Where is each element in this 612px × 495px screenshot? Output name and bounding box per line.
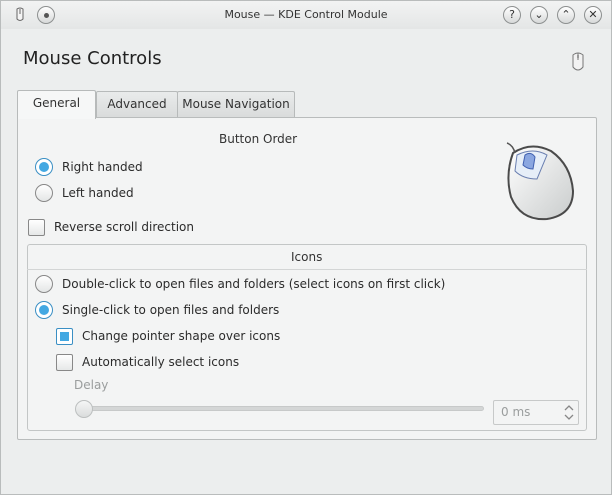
change-pointer-checkbox[interactable] xyxy=(56,328,73,345)
maximize-button[interactable]: ⌃ xyxy=(557,6,575,24)
single-click-label[interactable]: Single-click to open files and folders xyxy=(62,303,279,317)
left-handed-label[interactable]: Left handed xyxy=(62,186,134,200)
close-button[interactable]: ✕ xyxy=(584,6,602,24)
right-handed-label[interactable]: Right handed xyxy=(62,160,143,174)
page-title: Mouse Controls xyxy=(23,48,162,69)
reverse-scroll-checkbox[interactable] xyxy=(28,219,45,236)
minimize-icon: ⌄ xyxy=(534,8,544,21)
mouse-illustration-icon xyxy=(506,142,575,221)
maximize-icon: ⌃ xyxy=(561,8,571,21)
reverse-scroll-label[interactable]: Reverse scroll direction xyxy=(54,220,194,234)
tab-advanced[interactable]: Advanced xyxy=(96,91,178,118)
icons-divider xyxy=(27,269,587,270)
tab-general[interactable]: General xyxy=(17,90,96,119)
auto-select-label[interactable]: Automatically select icons xyxy=(82,355,239,369)
button-order-heading: Button Order xyxy=(219,132,298,146)
right-handed-radio[interactable] xyxy=(35,158,53,176)
delay-value: 0 ms xyxy=(501,405,531,419)
change-pointer-label[interactable]: Change pointer shape over icons xyxy=(82,329,280,343)
help-button[interactable]: ? xyxy=(503,6,521,24)
mouse-icon xyxy=(572,52,584,71)
kde-mouse-window: Mouse — KDE Control Module ? ⌄ ⌃ ✕ Mouse… xyxy=(0,0,612,495)
double-click-radio[interactable] xyxy=(35,275,53,293)
close-icon: ✕ xyxy=(588,8,598,21)
delay-label: Delay xyxy=(74,378,109,392)
minimize-button[interactable]: ⌄ xyxy=(530,6,548,24)
single-click-radio[interactable] xyxy=(35,301,53,319)
icons-heading: Icons xyxy=(291,250,323,264)
title-bar[interactable]: Mouse — KDE Control Module ? ⌄ ⌃ ✕ xyxy=(1,1,611,29)
delay-slider-handle[interactable] xyxy=(75,400,93,418)
left-handed-radio[interactable] xyxy=(35,184,53,202)
tab-mouse-navigation[interactable]: Mouse Navigation xyxy=(177,91,295,118)
delay-spinbox[interactable]: 0 ms xyxy=(493,400,579,425)
spin-arrows-icon[interactable] xyxy=(564,404,574,421)
double-click-label[interactable]: Double-click to open files and folders (… xyxy=(62,277,445,291)
delay-slider-track[interactable] xyxy=(81,406,484,411)
help-icon: ? xyxy=(509,8,515,21)
auto-select-checkbox[interactable] xyxy=(56,354,73,371)
